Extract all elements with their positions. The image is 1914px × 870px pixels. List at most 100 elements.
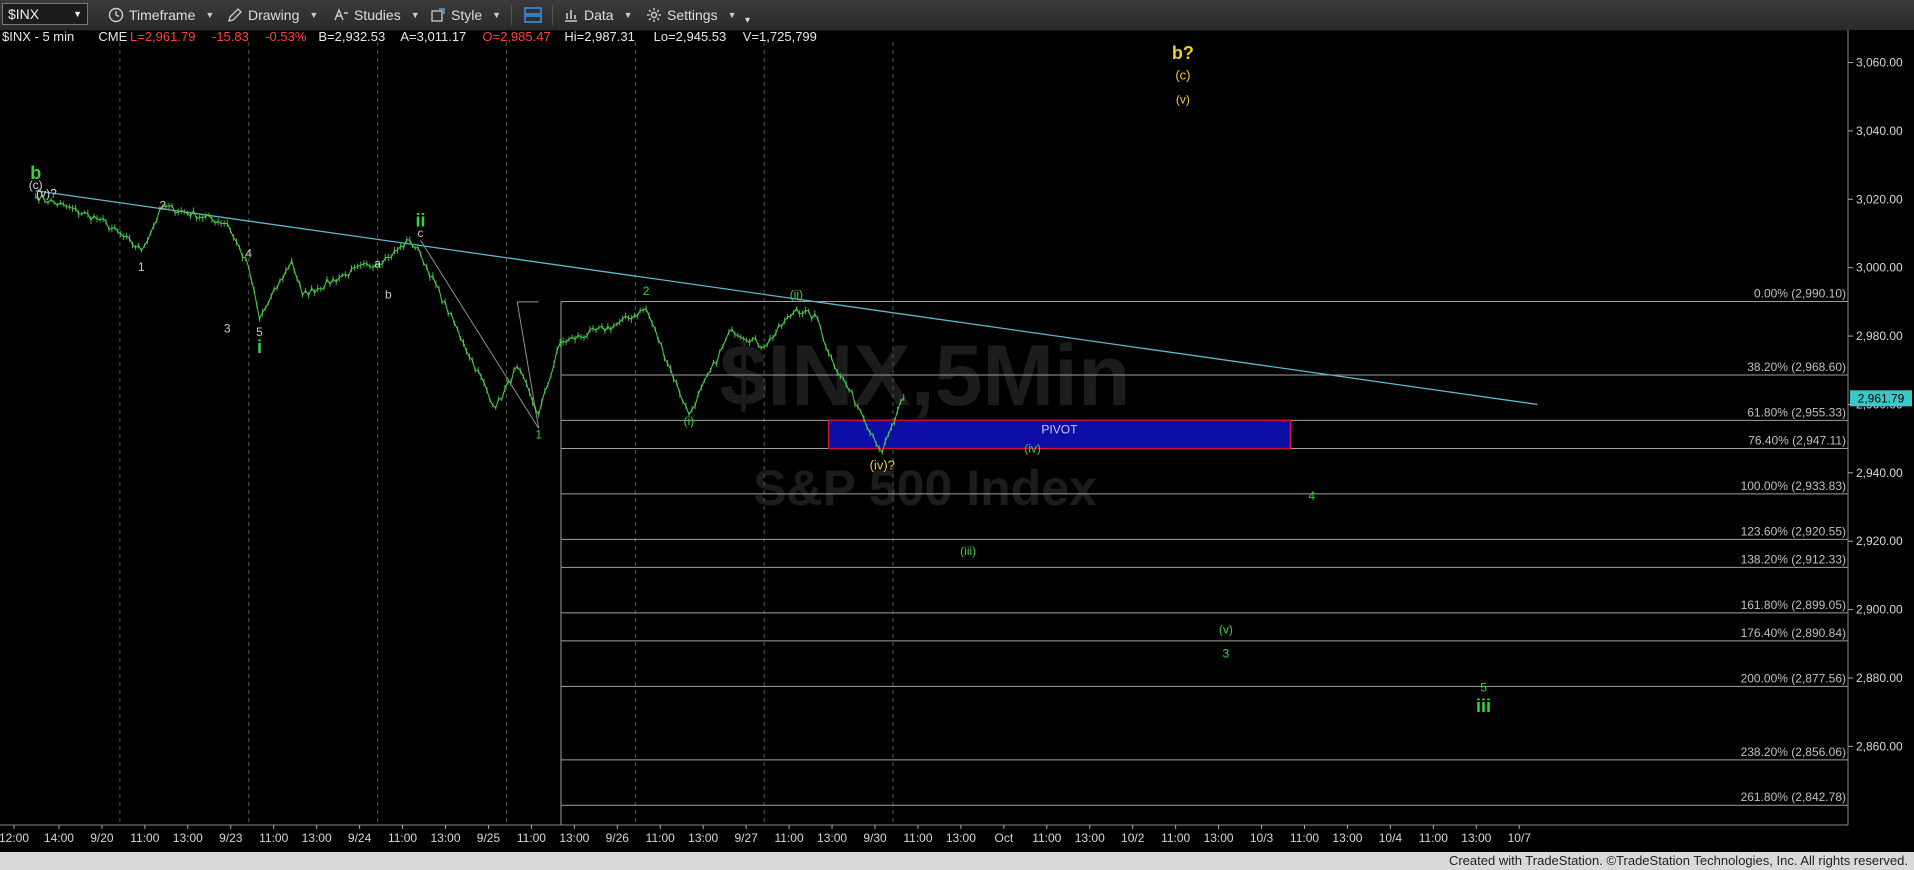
settings-menu[interactable]: Settings ▼ xyxy=(646,5,737,25)
y-tick-label: 2,920.00 xyxy=(1856,534,1903,548)
studies-menu[interactable]: Studies ▼ xyxy=(333,5,420,25)
x-tick-label: 9/30 xyxy=(863,831,887,845)
x-tick-label: 13:00 xyxy=(1204,831,1234,845)
timeframe-label: Timeframe xyxy=(129,7,196,23)
x-tick-label: 13:00 xyxy=(688,831,718,845)
x-tick-label: 13:00 xyxy=(173,831,203,845)
toolbar-overflow-icon[interactable]: ▾ xyxy=(745,10,750,30)
fib-level-label: 238.20% (2,856.06) xyxy=(1741,745,1846,759)
x-tick-label: 10/3 xyxy=(1250,831,1274,845)
style-menu[interactable]: Style ▼ xyxy=(430,5,501,25)
fib-level-label: 61.80% (2,955.33) xyxy=(1747,405,1846,419)
wave-label: (v) xyxy=(1176,93,1190,107)
x-tick-label: 13:00 xyxy=(1332,831,1362,845)
fib-level-label: 261.80% (2,842.78) xyxy=(1741,790,1846,804)
chevron-down-icon: ▼ xyxy=(309,10,319,20)
x-tick-label: 11:00 xyxy=(1290,831,1319,845)
fib-level-label: 176.40% (2,890.84) xyxy=(1741,626,1846,640)
chevron-down-icon: ▼ xyxy=(727,10,737,20)
x-tick-label: 11:00 xyxy=(1419,831,1448,845)
layout-icon xyxy=(524,7,542,23)
y-tick-label: 3,000.00 xyxy=(1856,261,1903,275)
x-tick-label: 11:00 xyxy=(903,831,932,845)
fib-level-label: 38.20% (2,968.60) xyxy=(1747,360,1846,374)
toolbar-divider xyxy=(511,5,512,25)
wave-label: 5 xyxy=(1480,681,1487,695)
wave-label: 3 xyxy=(224,322,231,336)
price-chart[interactable]: $INX,5Min S&P 500 Index $INX - 5 min CME L… xyxy=(0,30,1914,852)
symbol-value: $INX xyxy=(8,6,40,22)
wave-label: (iii) xyxy=(960,544,976,558)
x-tick-label: 11:00 xyxy=(259,831,288,845)
wave-label: 2 xyxy=(160,199,167,213)
x-tick-label: 9/24 xyxy=(348,831,372,845)
fib-level-label: 161.80% (2,899.05) xyxy=(1741,598,1846,612)
x-tick-label: 13:00 xyxy=(559,831,589,845)
quote-line: $INX - 5 min CME L=2,961.79 -15.83 -0.53% B=2… xyxy=(2,30,817,44)
x-tick-label: 13:00 xyxy=(302,831,332,845)
wave-label: (ii) xyxy=(790,287,803,301)
style-label: Style xyxy=(451,7,483,23)
y-tick-label: 3,040.00 xyxy=(1856,124,1903,138)
y-tick-label: 2,880.00 xyxy=(1856,671,1903,685)
data-menu[interactable]: Data ▼ xyxy=(563,5,633,25)
x-tick-label: 13:00 xyxy=(1461,831,1491,845)
wave-label: 4 xyxy=(1308,489,1315,503)
studies-label: Studies xyxy=(354,7,401,23)
x-tick-label: 14:00 xyxy=(44,831,74,845)
y-tick-label: 3,020.00 xyxy=(1856,192,1903,206)
x-tick-label: Oct xyxy=(995,831,1014,845)
chevron-down-icon[interactable]: ▼ xyxy=(73,9,82,19)
wave-label: (c) xyxy=(1175,68,1190,83)
wave-label: 2 xyxy=(643,284,650,298)
wave-label: 1 xyxy=(535,428,542,442)
toolbar: $INX ▼ Timeframe ▼ Drawing ▼ Studies ▼ S… xyxy=(0,0,1914,31)
x-axis: 12:00 14:00 9/20 11:00 13:00 9/23 11:00 13:00 9/… xyxy=(0,824,1848,845)
watermark-symbol: $INX,5Min xyxy=(720,328,1131,424)
drawing-label: Drawing xyxy=(248,7,300,23)
footer-bar: Created with TradeStation. ©TradeStation… xyxy=(0,852,1914,870)
watermark-name: S&P 500 Index xyxy=(753,460,1097,516)
gear-icon xyxy=(647,8,661,22)
x-tick-label: 9/23 xyxy=(219,831,243,845)
wave-label: ii xyxy=(416,211,426,231)
quote-field: -0.53% xyxy=(265,30,307,44)
x-tick-label: 9/27 xyxy=(734,831,758,845)
wave-label: 4 xyxy=(245,246,252,260)
quote-field: $INX - 5 min xyxy=(2,30,74,44)
settings-label: Settings xyxy=(667,7,718,23)
x-tick-label: 11:00 xyxy=(1032,831,1061,845)
y-tick-label: 2,860.00 xyxy=(1856,739,1903,753)
x-tick-label: 9/26 xyxy=(606,831,630,845)
quote-field: L=2,961.79 xyxy=(130,30,195,44)
x-tick-label: 11:00 xyxy=(1161,831,1190,845)
wave-label: i xyxy=(257,337,262,357)
y-tick-label: 2,980.00 xyxy=(1856,329,1903,343)
x-tick-label: 11:00 xyxy=(775,831,804,845)
quote-field: Hi=2,987.31 xyxy=(564,30,634,44)
fib-level-label: 200.00% (2,877.56) xyxy=(1741,671,1846,685)
y-axis: 3,060.00 3,040.00 3,020.00 3,000.00 2,980.00… xyxy=(1847,30,1914,852)
quote-field: V=1,725,799 xyxy=(743,30,817,44)
x-tick-label: 9/25 xyxy=(477,831,501,845)
studies-icon xyxy=(334,8,348,21)
last-price-label: 2,961.79 xyxy=(1858,391,1905,405)
wave-label: (iv)? xyxy=(870,457,895,472)
timeframe-menu[interactable]: Timeframe ▼ xyxy=(108,5,214,25)
quote-field: A=3,011.17 xyxy=(400,30,466,44)
footer-credit: Created with TradeStation. ©TradeStation… xyxy=(1448,853,1908,868)
layout-button[interactable] xyxy=(523,5,548,25)
quote-field: -15.83 xyxy=(212,30,249,44)
chevron-down-icon: ▼ xyxy=(410,10,420,20)
x-tick-label: 12:00 xyxy=(0,831,29,845)
pivot-zone: PIVOT xyxy=(827,419,1292,450)
fib-level-label: 138.20% (2,912.33) xyxy=(1741,552,1846,566)
toolbar-divider xyxy=(552,5,553,25)
wave-label: 1 xyxy=(138,260,145,274)
fib-level-label: 100.00% (2,933.83) xyxy=(1741,479,1846,493)
x-tick-label: 11:00 xyxy=(517,831,546,845)
bar-chart-icon xyxy=(565,10,577,22)
wave-label: a xyxy=(374,257,381,271)
drawing-menu[interactable]: Drawing ▼ xyxy=(227,5,318,25)
symbol-input[interactable]: $INX ▼ xyxy=(2,3,88,25)
